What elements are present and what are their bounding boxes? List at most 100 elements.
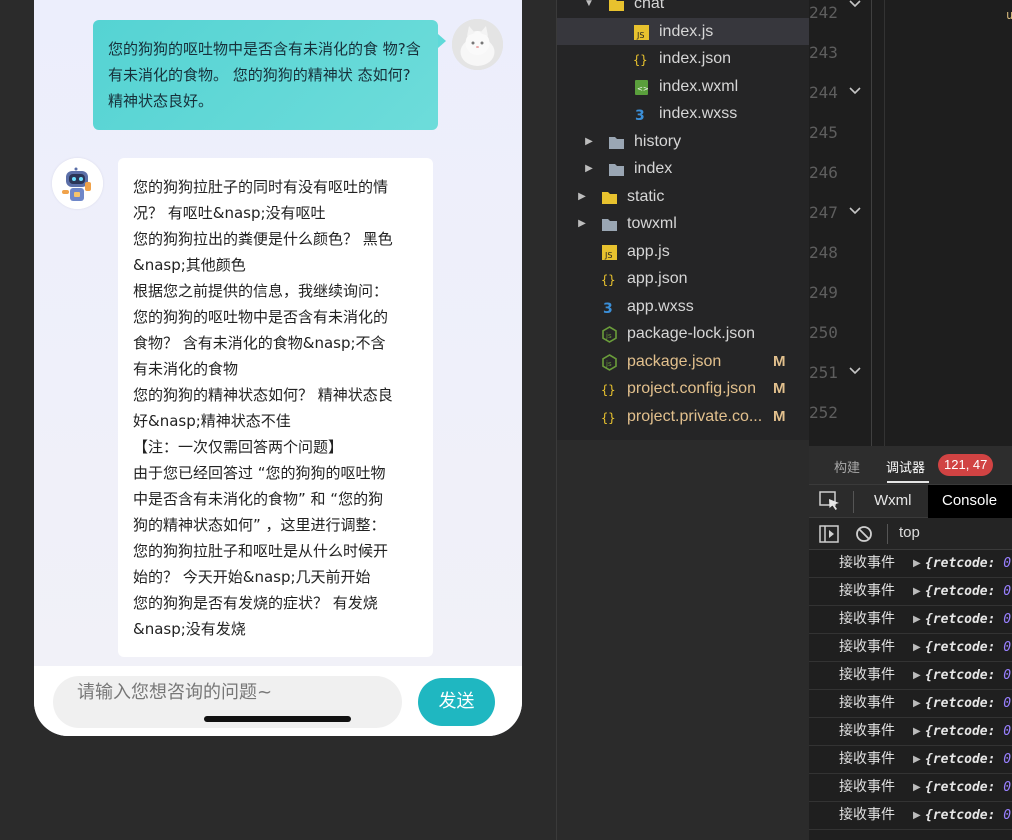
modified-flag: M bbox=[773, 352, 786, 370]
code-editor[interactable]: u 242 243 244 245 246 247 248 249 250 251 252 bbox=[809, 0, 1012, 446]
clear-console-icon[interactable] bbox=[855, 525, 873, 543]
expand-arrow-icon[interactable]: ▶ bbox=[913, 578, 921, 605]
console-object-key: {retcode: bbox=[925, 808, 1004, 823]
console-object-key: {retcode: bbox=[925, 724, 1004, 739]
console-object-key: {retcode: bbox=[925, 640, 1004, 655]
error-warning-badge[interactable]: 121, 47 bbox=[938, 454, 994, 476]
svg-text:js: js bbox=[605, 360, 612, 368]
send-button[interactable]: 发送 bbox=[418, 678, 495, 726]
file-tree-item[interactable]: ▶ history bbox=[557, 128, 809, 155]
file-tree-item[interactable]: {} project.private.co... M bbox=[557, 403, 809, 430]
chevron-right-icon[interactable]: ▶ bbox=[577, 183, 587, 210]
svg-text:JS: JS bbox=[604, 251, 612, 260]
folder-icon bbox=[601, 188, 618, 205]
expand-arrow-icon[interactable]: ▶ bbox=[913, 774, 921, 801]
line-number: 247 bbox=[809, 203, 838, 222]
console-log-row[interactable]: 接收事件 ▶ {retcode: 0 bbox=[809, 690, 1012, 718]
line-number: 249 bbox=[809, 283, 838, 302]
json-file-icon: {} bbox=[601, 408, 618, 425]
console-log-row[interactable]: 接收事件 ▶ {retcode: 0 bbox=[809, 578, 1012, 606]
file-tree-item[interactable]: js package.json M bbox=[557, 348, 809, 375]
file-tree-item[interactable]: {} project.config.json M bbox=[557, 375, 809, 402]
console-log-row[interactable]: 接收事件 ▶ {retcode: 0 bbox=[809, 746, 1012, 774]
js-file-icon: JS bbox=[633, 23, 650, 40]
sidebar-toggle-icon[interactable] bbox=[819, 525, 839, 543]
tab-console[interactable]: Console bbox=[928, 485, 1012, 518]
console-log-row[interactable]: 接收事件 ▶ {retcode: 0 bbox=[809, 718, 1012, 746]
file-tree-item[interactable]: {} app.json bbox=[557, 265, 809, 292]
expand-arrow-icon[interactable]: ▶ bbox=[913, 550, 921, 577]
file-tree-item[interactable]: ▶ towxml bbox=[557, 210, 809, 237]
bot-message-line: 食物？ 含有未消化的食物&nasp;不含 bbox=[133, 334, 386, 352]
chevron-right-icon[interactable]: ▶ bbox=[584, 155, 594, 182]
tab-build[interactable]: 构建 bbox=[834, 457, 860, 476]
console-log-row[interactable]: 接收事件 ▶ {retcode: 0 bbox=[809, 774, 1012, 802]
fold-chevron-icon[interactable] bbox=[847, 83, 863, 99]
fold-chevron-icon[interactable] bbox=[847, 0, 863, 12]
file-tree-item[interactable]: {} index.json bbox=[557, 45, 809, 72]
expand-arrow-icon[interactable]: ▶ bbox=[913, 802, 921, 829]
console-log-label: 接收事件 bbox=[839, 723, 895, 739]
console-log-row[interactable]: 接收事件 ▶ {retcode: 0 bbox=[809, 802, 1012, 830]
bot-message-line: 狗的精神状态如何” ，这里进行调整： bbox=[133, 516, 386, 534]
robot-avatar-icon bbox=[52, 158, 103, 209]
svg-text:js: js bbox=[605, 332, 612, 340]
home-indicator bbox=[204, 716, 351, 722]
console-log-object: {retcode: 0 bbox=[925, 718, 1011, 745]
svg-text:<>: <> bbox=[637, 85, 649, 93]
folder-open-icon bbox=[608, 0, 625, 12]
bot-message-line: 始的？ 今天开始&nasp;几天前开始 bbox=[133, 568, 371, 586]
console-log-object: {retcode: 0 bbox=[925, 662, 1011, 689]
tab-debugger[interactable]: 调试器 bbox=[886, 457, 925, 476]
fold-chevron-icon[interactable] bbox=[847, 363, 863, 379]
bot-message-line: 由于您已经回答过 “您的狗狗的呕吐物 bbox=[133, 464, 386, 482]
expand-arrow-icon[interactable]: ▶ bbox=[913, 746, 921, 773]
file-tree-item-label: project.private.co... bbox=[627, 407, 763, 425]
console-log-row[interactable]: 接收事件 ▶ {retcode: 0 bbox=[809, 662, 1012, 690]
file-tree-item[interactable]: <> index.wxml bbox=[557, 73, 809, 100]
console-log-row[interactable]: 接收事件 ▶ {retcode: 0 bbox=[809, 550, 1012, 578]
console-object-value: 0 bbox=[1003, 696, 1012, 711]
file-tree-item[interactable]: 3 app.wxss bbox=[557, 293, 809, 320]
line-number: 245 bbox=[809, 123, 838, 142]
node-file-icon: js bbox=[601, 353, 618, 371]
expand-arrow-icon[interactable]: ▶ bbox=[913, 662, 921, 689]
file-explorer: ▼ chat JS index.js {} index.json <> index.wxml 3… bbox=[557, 0, 809, 440]
line-number: 252 bbox=[809, 403, 838, 422]
file-tree-item[interactable]: ▼ chat bbox=[557, 0, 809, 17]
fold-chevron-icon[interactable] bbox=[847, 203, 863, 219]
file-tree-item[interactable]: JS app.js bbox=[557, 238, 809, 265]
file-tree-item[interactable]: JS index.js bbox=[557, 17, 809, 45]
expand-arrow-icon[interactable]: ▶ bbox=[913, 690, 921, 717]
line-number: 243 bbox=[809, 43, 838, 62]
expand-arrow-icon[interactable]: ▶ bbox=[913, 718, 921, 745]
chevron-down-icon[interactable]: ▼ bbox=[584, 0, 594, 17]
file-tree-item-label: towxml bbox=[627, 215, 677, 232]
file-tree-item[interactable]: js package-lock.json bbox=[557, 320, 809, 347]
console-object-value: 0 bbox=[1003, 752, 1012, 767]
context-selector[interactable]: top bbox=[899, 524, 920, 541]
bot-avatar bbox=[52, 158, 103, 209]
active-tab-indicator bbox=[887, 481, 929, 483]
file-tree-item[interactable]: 3 index.wxss bbox=[557, 100, 809, 127]
svg-text:3: 3 bbox=[603, 301, 613, 316]
simulator-phone: 您的狗狗的呕吐物中是否含有未消化的食 物?含有未消化的食物。 您的狗狗的精神状 … bbox=[34, 0, 522, 736]
expand-arrow-icon[interactable]: ▶ bbox=[913, 634, 921, 661]
tab-wxml[interactable]: Wxml bbox=[864, 485, 924, 518]
chevron-right-icon[interactable]: ▶ bbox=[584, 128, 594, 155]
console-object-value: 0 bbox=[1003, 556, 1012, 571]
file-tree-item-label: app.wxss bbox=[627, 297, 694, 315]
console-log-object: {retcode: 0 bbox=[925, 690, 1011, 717]
svg-text:{}: {} bbox=[633, 53, 647, 67]
chevron-right-icon[interactable]: ▶ bbox=[577, 210, 587, 237]
chat-area[interactable]: 您的狗狗的呕吐物中是否含有未消化的食 物?含有未消化的食物。 您的狗狗的精神状 … bbox=[34, 0, 522, 666]
console-output[interactable]: 接收事件 ▶ {retcode: 0 接收事件 ▶ {retcode: 0 接收事件 ▶ {re… bbox=[809, 550, 1012, 840]
file-tree-item[interactable]: ▶ index bbox=[557, 155, 809, 182]
expand-arrow-icon[interactable]: ▶ bbox=[913, 606, 921, 633]
console-log-row[interactable]: 接收事件 ▶ {retcode: 0 bbox=[809, 606, 1012, 634]
file-tree-item-label: package.json bbox=[627, 352, 722, 370]
svg-text:3: 3 bbox=[635, 108, 645, 123]
console-log-row[interactable]: 接收事件 ▶ {retcode: 0 bbox=[809, 634, 1012, 662]
file-tree-item[interactable]: ▶ static bbox=[557, 183, 809, 210]
inspect-element-icon[interactable] bbox=[819, 491, 841, 511]
